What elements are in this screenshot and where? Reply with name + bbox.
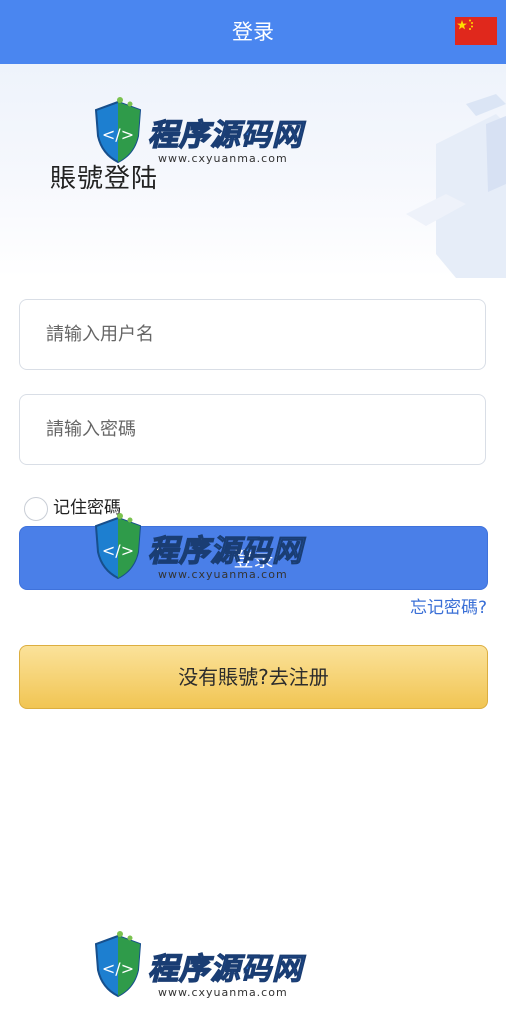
watermark-url: www.cxyuanma.com xyxy=(158,568,288,581)
watermark-logo: </> 程序源码网 www.cxyuanma.com xyxy=(90,96,310,176)
watermark-text: 程序源码网 xyxy=(147,533,303,570)
watermark-text: 程序源码网 xyxy=(147,117,303,154)
watermark-text: 程序源码网 xyxy=(147,951,303,988)
remember-radio[interactable] xyxy=(24,497,48,521)
watermark-logo: </> 程序源码网 www.cxyuanma.com xyxy=(90,930,310,1010)
username-field[interactable] xyxy=(19,299,486,370)
watermark-logo: </> 程序源码网 www.cxyuanma.com xyxy=(90,512,310,592)
shield-icon: </> xyxy=(94,931,142,998)
password-input[interactable] xyxy=(46,395,466,464)
username-input[interactable] xyxy=(46,300,466,369)
register-button[interactable]: 没有賬號?去注册 xyxy=(19,645,488,709)
svg-text:</>: </> xyxy=(102,541,134,560)
svg-text:</>: </> xyxy=(102,125,134,144)
shield-icon: </> xyxy=(94,513,142,580)
app-header: 登录 xyxy=(0,0,506,64)
svg-text:</>: </> xyxy=(102,959,134,978)
password-field[interactable] xyxy=(19,394,486,465)
shield-icon: </> xyxy=(94,97,142,164)
china-flag-icon[interactable] xyxy=(455,17,497,45)
decorative-graphic xyxy=(406,94,506,278)
watermark-url: www.cxyuanma.com xyxy=(158,152,288,165)
forgot-password-link[interactable]: 忘记密碼? xyxy=(410,593,487,618)
page-title: 登录 xyxy=(232,20,274,44)
watermark-url: www.cxyuanma.com xyxy=(158,986,288,999)
